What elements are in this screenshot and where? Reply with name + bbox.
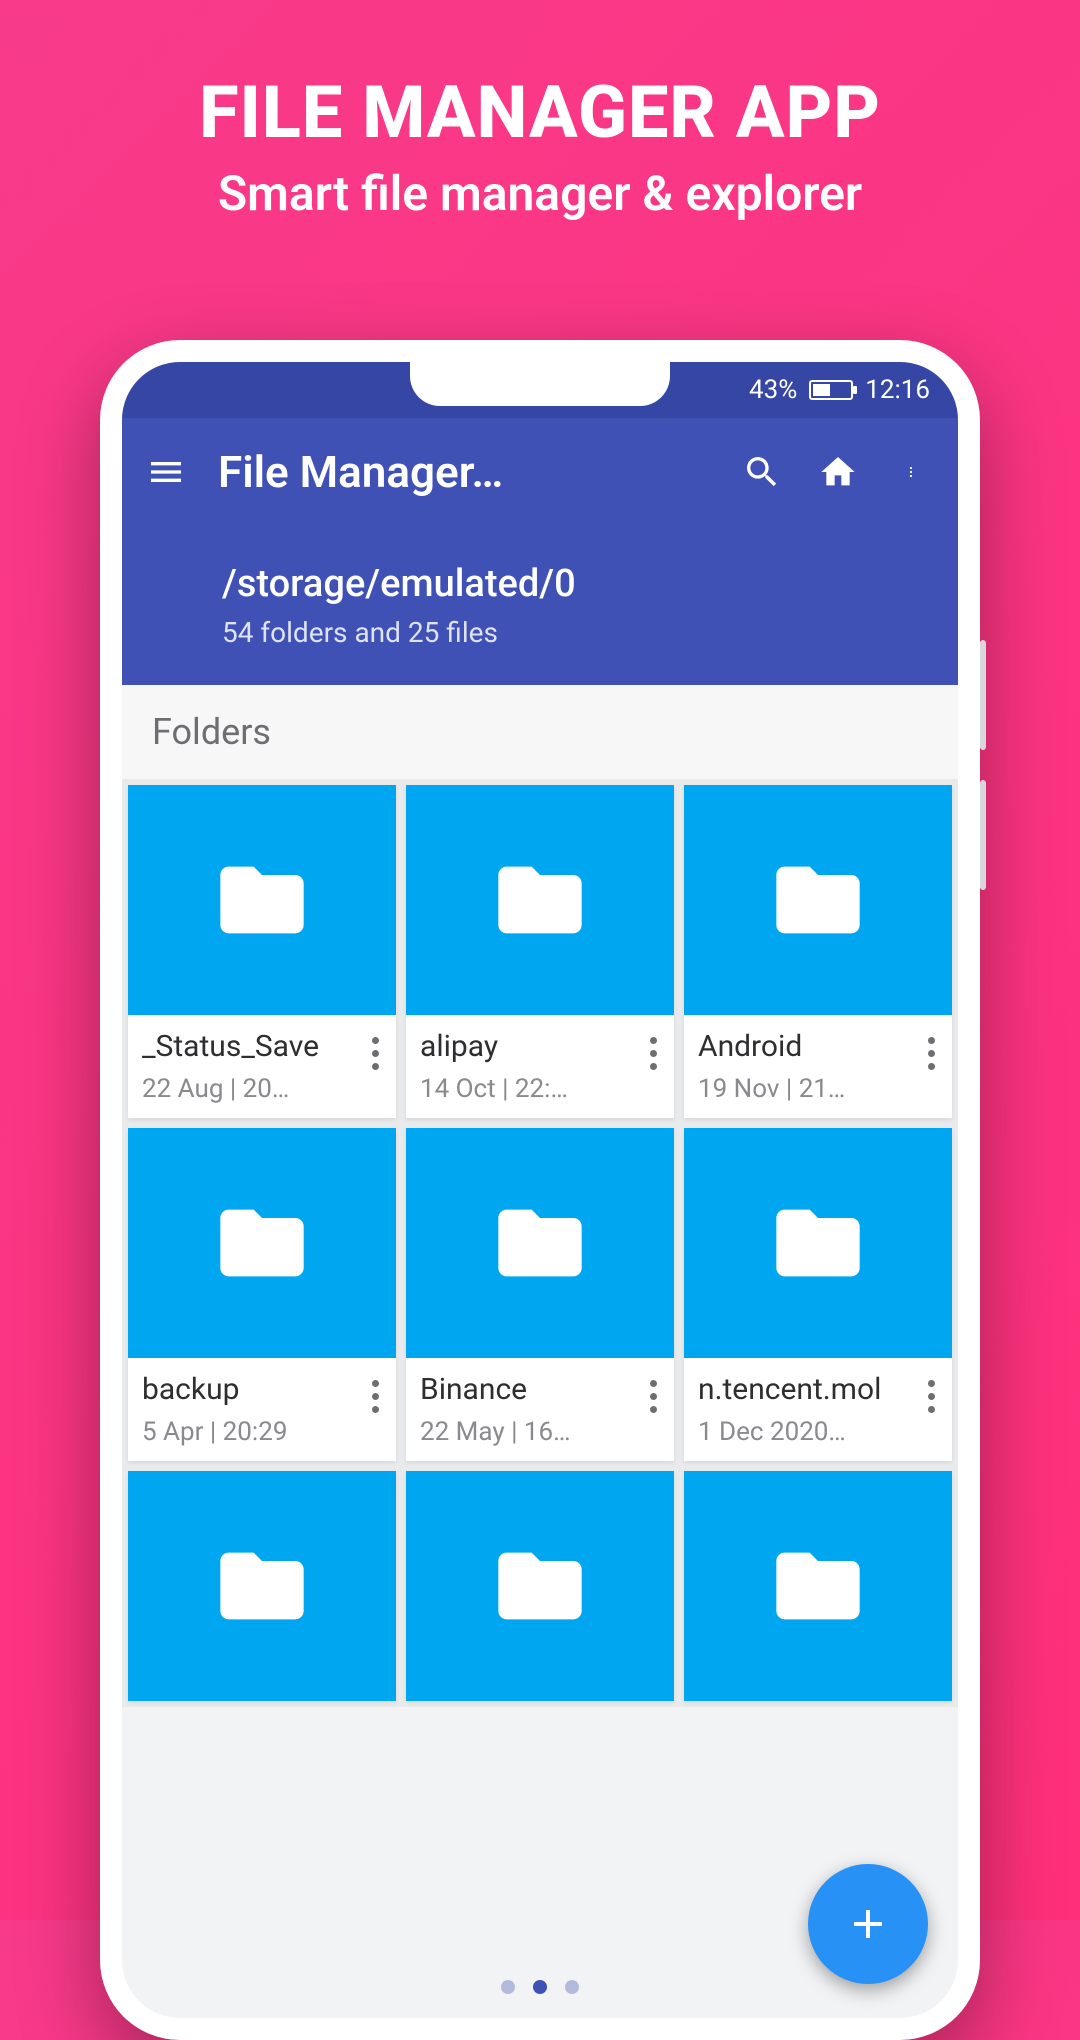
folder-meta: _Status_Save 22 Aug | 20… [128, 1015, 396, 1118]
folder-name: backup [142, 1372, 356, 1407]
folder-icon [758, 850, 878, 950]
folder-name: Android [698, 1029, 912, 1064]
folder-icon [758, 1193, 878, 1293]
folder-thumb [684, 1471, 952, 1701]
phone-notch [410, 362, 670, 406]
promo-subtitle: Smart file manager & explorer [0, 165, 1080, 222]
folder-name: alipay [420, 1029, 634, 1064]
folder-icon [480, 1536, 600, 1636]
folder-overflow-button[interactable] [916, 1372, 946, 1413]
folder-card[interactable]: Android 19 Nov | 21… [684, 785, 952, 1118]
more-vert-icon [908, 452, 920, 492]
app-title: File Manager… [218, 446, 710, 498]
phone-screen: 43% 12:16 File Manager… [122, 362, 958, 2018]
folder-name: Binance [420, 1372, 634, 1407]
folder-thumb [684, 1128, 952, 1358]
folder-card[interactable]: Binance 22 May | 16… [406, 1128, 674, 1461]
app-bar: File Manager… /storage/emulated/0 54 fol… [122, 418, 958, 685]
phone-side-button [980, 640, 986, 750]
folder-icon [758, 1536, 878, 1636]
folder-card[interactable]: _Status_Save 22 Aug | 20… [128, 785, 396, 1118]
folder-icon [480, 850, 600, 950]
phone-frame: 43% 12:16 File Manager… [100, 340, 980, 2040]
folder-thumb [406, 1128, 674, 1358]
folder-date: 14 Oct | 22:… [420, 1074, 634, 1104]
folder-date: 22 Aug | 20… [142, 1074, 356, 1104]
folder-date: 19 Nov | 21… [698, 1074, 912, 1104]
hamburger-icon [146, 452, 186, 492]
folder-meta: Android 19 Nov | 21… [684, 1015, 952, 1118]
folder-thumb [684, 785, 952, 1015]
app-bar-top: File Manager… [142, 446, 938, 498]
battery-icon [809, 380, 853, 400]
folder-thumb [128, 1128, 396, 1358]
phone-side-button [980, 780, 986, 890]
folder-name: _Status_Save [142, 1029, 356, 1064]
folder-date: 1 Dec 2020… [698, 1417, 912, 1447]
folder-card[interactable]: alipay 14 Oct | 22:… [406, 785, 674, 1118]
folder-date: 5 Apr | 20:29 [142, 1417, 356, 1447]
status-battery-text: 43% [749, 375, 797, 405]
folder-card[interactable]: backup 5 Apr | 20:29 [128, 1128, 396, 1461]
folder-card[interactable] [406, 1471, 674, 1701]
folder-card[interactable] [128, 1471, 396, 1701]
folder-meta: backup 5 Apr | 20:29 [128, 1358, 396, 1461]
folder-meta: Binance 22 May | 16… [406, 1358, 674, 1461]
folder-thumb [128, 1471, 396, 1701]
status-time: 12:16 [865, 375, 930, 405]
folder-card[interactable]: n.tencent.mol 1 Dec 2020… [684, 1128, 952, 1461]
folder-overflow-button[interactable] [638, 1372, 668, 1413]
app-bar-path-block: /storage/emulated/0 54 folders and 25 fi… [142, 562, 938, 649]
folder-grid[interactable]: _Status_Save 22 Aug | 20… alipay 14 Oct | 2… [122, 779, 958, 1707]
search-button[interactable] [738, 448, 786, 496]
current-path[interactable]: /storage/emulated/0 [222, 562, 938, 606]
folder-thumb [128, 785, 396, 1015]
promo-title: FILE MANAGER APP [0, 70, 1080, 155]
home-button[interactable] [814, 448, 862, 496]
folder-name: n.tencent.mol [698, 1372, 912, 1407]
folder-thumb [406, 1471, 674, 1701]
folder-icon [202, 1193, 322, 1293]
search-icon [742, 452, 782, 492]
folder-icon [202, 1536, 322, 1636]
pager-dot[interactable] [533, 1980, 547, 1994]
section-header-folders: Folders [122, 685, 958, 779]
folder-icon [480, 1193, 600, 1293]
folder-card[interactable] [684, 1471, 952, 1701]
promo-header: FILE MANAGER APP Smart file manager & ex… [0, 0, 1080, 222]
folder-thumb [406, 785, 674, 1015]
overflow-button[interactable] [890, 448, 938, 496]
pager-dot[interactable] [501, 1980, 515, 1994]
folder-overflow-button[interactable] [360, 1029, 390, 1070]
fab-add-button[interactable] [808, 1864, 928, 1984]
pager-dots[interactable] [501, 1980, 579, 1994]
folder-icon [202, 850, 322, 950]
folder-meta: alipay 14 Oct | 22:… [406, 1015, 674, 1118]
pager-dot[interactable] [565, 1980, 579, 1994]
battery-fill [813, 384, 830, 396]
plus-icon [844, 1900, 892, 1948]
folder-overflow-button[interactable] [360, 1372, 390, 1413]
folder-meta: n.tencent.mol 1 Dec 2020… [684, 1358, 952, 1461]
folder-file-counts: 54 folders and 25 files [222, 616, 938, 649]
folder-date: 22 May | 16… [420, 1417, 634, 1447]
menu-button[interactable] [142, 448, 190, 496]
home-icon [818, 452, 858, 492]
folder-overflow-button[interactable] [638, 1029, 668, 1070]
folder-overflow-button[interactable] [916, 1029, 946, 1070]
